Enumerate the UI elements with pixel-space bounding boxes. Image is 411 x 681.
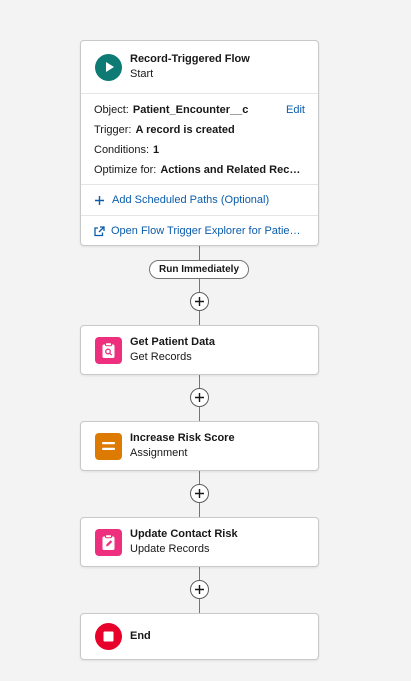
external-link-icon [94, 225, 105, 237]
element-type: Assignment [130, 447, 188, 459]
end-title: End [130, 630, 151, 642]
start-element-card[interactable]: Record-Triggered Flow Start Object: Pati… [80, 40, 319, 246]
add-element-button[interactable] [190, 388, 209, 407]
assignment-element-card[interactable]: Increase Risk Score Assignment [80, 421, 319, 471]
plus-icon [195, 297, 204, 306]
add-element-button[interactable] [190, 292, 209, 311]
plus-icon [195, 393, 204, 402]
open-trigger-explorer-label: Open Flow Trigger Explorer for Patient_E… [111, 225, 305, 237]
add-icon [94, 195, 106, 206]
conditions-label: Conditions: [94, 144, 150, 156]
add-element-button[interactable] [190, 580, 209, 599]
object-label: Object: [94, 104, 129, 116]
start-subtitle: Start [130, 68, 154, 80]
element-title: Increase Risk Score [130, 432, 235, 444]
plus-icon [195, 585, 204, 594]
add-element-button[interactable] [190, 484, 209, 503]
start-details: Object: Patient_Encounter__c Edit Trigge… [81, 93, 318, 184]
trigger-label: Trigger: [94, 124, 132, 136]
stop-icon [95, 623, 122, 650]
run-immediately-path-label[interactable]: Run Immediately [149, 260, 249, 279]
edit-link[interactable]: Edit [286, 100, 305, 120]
get-records-element-card[interactable]: Get Patient Data Get Records [80, 325, 319, 375]
element-header: Update Contact Risk Update Records [81, 518, 318, 566]
object-row: Object: Patient_Encounter__c Edit [94, 100, 305, 120]
start-element-header[interactable]: Record-Triggered Flow Start [81, 41, 318, 93]
conditions-value: 1 [153, 144, 160, 156]
element-header: End [81, 614, 318, 659]
element-title: Get Patient Data [130, 336, 215, 348]
element-type: Get Records [130, 351, 192, 363]
add-scheduled-paths-link[interactable]: Add Scheduled Paths (Optional) [81, 184, 318, 215]
element-type: Update Records [130, 543, 210, 555]
update-records-element-card[interactable]: Update Contact Risk Update Records [80, 517, 319, 567]
get-records-icon [95, 336, 122, 364]
start-title: Record-Triggered Flow [130, 53, 250, 65]
optimize-value: Actions and Related Records [160, 164, 305, 176]
element-title: Update Contact Risk [130, 528, 238, 540]
play-icon [95, 53, 122, 81]
update-records-icon [95, 528, 122, 556]
element-header: Increase Risk Score Assignment [81, 422, 318, 470]
connector-line [199, 246, 200, 261]
open-trigger-explorer-link[interactable]: Open Flow Trigger Explorer for Patient_E… [81, 215, 318, 246]
conditions-row: Conditions: 1 [94, 140, 305, 160]
element-header: Get Patient Data Get Records [81, 326, 318, 374]
trigger-value: A record is created [135, 124, 235, 136]
optimize-label: Optimize for: [94, 164, 157, 176]
plus-icon [195, 489, 204, 498]
trigger-row: Trigger: A record is created [94, 120, 305, 140]
assignment-icon [95, 432, 122, 460]
add-scheduled-paths-label: Add Scheduled Paths (Optional) [112, 194, 270, 206]
optimize-row: Optimize for: Actions and Related Record… [94, 160, 305, 180]
end-element-card[interactable]: End [80, 613, 319, 660]
object-value: Patient_Encounter__c [132, 104, 249, 116]
